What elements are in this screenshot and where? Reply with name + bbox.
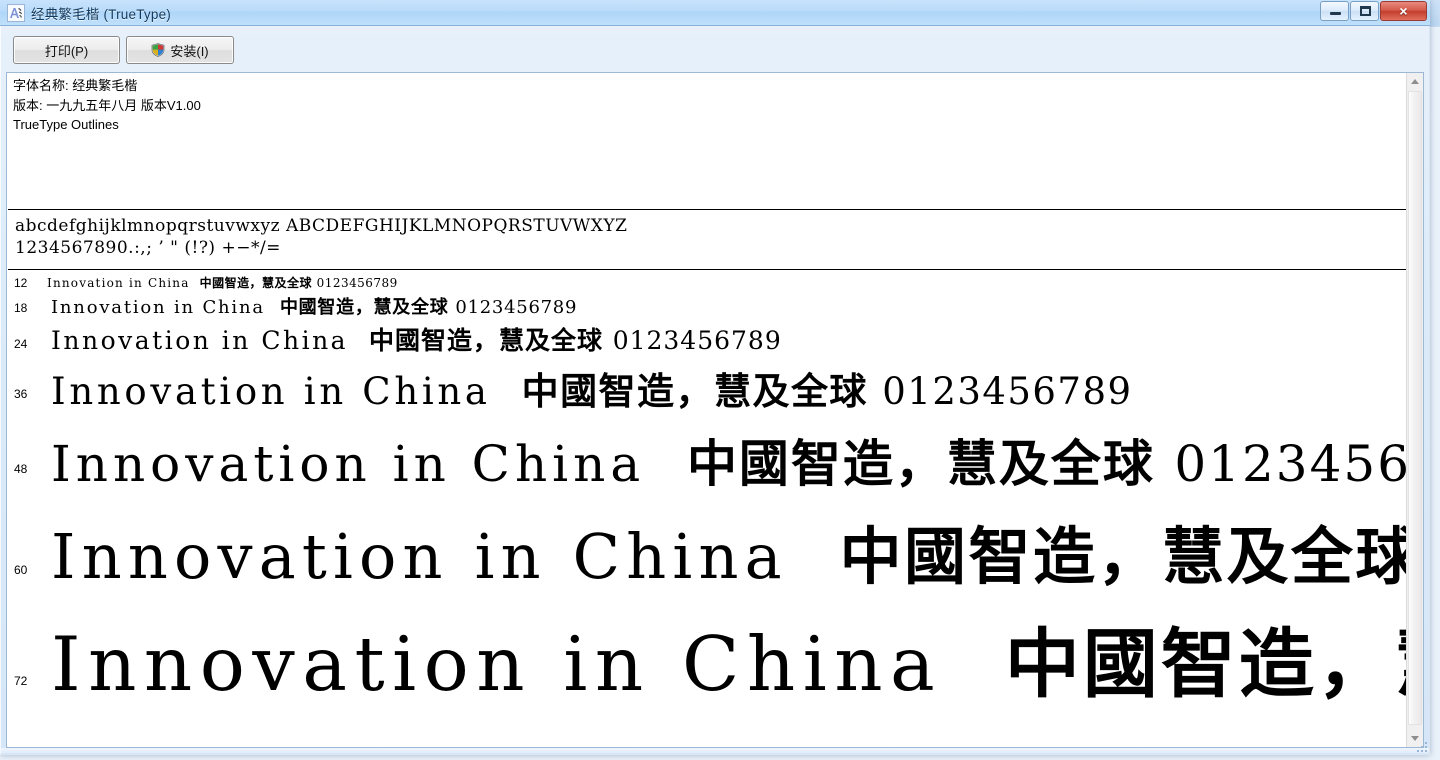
sample-text-row: Innovation in China 中國智造，慧及全球 0123456789 [51,297,577,318]
sample-latin: Innovation in China [51,435,687,493]
sample-cjk: 中國智造，慧及全球 [279,297,456,318]
font-outlines-line: TrueType Outlines [13,117,119,132]
font-info-block: 字体名称: 经典繁毛楷 版本: 一九九五年八月 版本V1.00 TrueType… [13,76,201,135]
restore-icon [1360,6,1371,16]
sample-cjk: 中國智造，慧及全球 [839,520,1407,593]
sample-digits: 0123456789 [882,370,1133,413]
sample-size-label: 60 [14,563,28,577]
sample-latin: Innovation in China [51,520,840,593]
sample-size-label: 12 [14,276,28,290]
uac-shield-icon [151,43,165,57]
install-button[interactable]: 安装(I) [126,36,234,64]
sample-latin: Innovation in China [51,620,1005,708]
alphabet-digits-symbols: 1234567890.:,; ’ " (!?) +−*/= [15,238,281,258]
dialog-toolbar: 打印(P) 安装(I) [0,27,1430,74]
sample-size-label: 18 [14,301,28,315]
close-icon: × [1399,3,1408,19]
sample-latin: Innovation in China [51,370,522,413]
scroll-up-arrow-icon[interactable] [1407,73,1423,90]
title-bar[interactable]: 经典繁毛楷 (TrueType) × [0,0,1430,26]
print-button-label: 打印(P) [44,43,89,59]
sample-size-label: 24 [14,337,28,351]
divider-samples [8,269,1406,270]
restore-button[interactable] [1350,1,1379,21]
scrollbar-thumb[interactable] [1408,91,1422,725]
sample-latin: Innovation in China [51,326,369,355]
sample-text-row: Innovation in China 中國智造，慧及全球 0123456789 [51,620,1407,709]
sample-text-row: Innovation in China 中國智造，慧及全球 0123456789 [51,369,1133,414]
sample-text-row: Innovation in China 中國智造，慧及全球 0123456789 [51,520,1407,593]
vertical-scrollbar[interactable] [1406,73,1423,747]
sample-text-row: Innovation in China 中國智造，慧及全球 0123456789 [51,326,782,356]
sample-size-label: 72 [14,674,28,688]
close-button[interactable]: × [1380,1,1427,21]
window-bottom-strip [1,748,1429,753]
sample-size-label: 48 [14,462,28,476]
sample-latin: Innovation in China [47,276,200,290]
font-a-icon [7,3,25,22]
preview-canvas: 字体名称: 经典繁毛楷 版本: 一九九五年八月 版本V1.00 TrueType… [7,73,1407,747]
sample-digits: 0123456789 [612,326,782,355]
install-button-label: 安装(I) [170,43,209,59]
sample-digits: 0123456789 [316,276,398,290]
sample-cjk: 中國智造，慧及全球 [521,369,883,413]
divider-top [8,209,1406,210]
font-name-line: 字体名称: 经典繁毛楷 [13,78,138,93]
sample-digits: 0123456789 [1174,435,1407,493]
print-button[interactable]: 打印(P) [13,36,120,64]
sample-cjk: 中國智造，慧及全球 [686,434,1175,493]
sample-text-row: Innovation in China 中國智造，慧及全球 0123456789 [51,434,1407,494]
sample-cjk: 中國智造，慧及全球 [199,276,317,290]
sample-cjk: 中國智造，慧及全球 [368,326,613,355]
font-version-line: 版本: 一九九五年八月 版本V1.00 [13,97,201,113]
resize-grip[interactable] [1414,739,1427,752]
sample-latin: Innovation in China [51,297,280,318]
sample-digits: 0123456789 [455,297,578,318]
font-preview-pane: 字体名称: 经典繁毛楷 版本: 一九九五年八月 版本V1.00 TrueType… [6,72,1424,748]
sample-cjk: 中國智造，慧及全球 [1004,620,1407,708]
minimize-icon [1330,12,1341,15]
minimize-button[interactable] [1320,1,1349,21]
alphabet-letters: abcdefghijklmnopqrstuvwxyz ABCDEFGHIJKLM… [15,216,628,236]
window-controls: × [1320,1,1427,21]
alphabet-block: abcdefghijklmnopqrstuvwxyz ABCDEFGHIJKLM… [15,215,627,259]
sample-size-label: 36 [14,387,28,401]
font-preview-window: 经典繁毛楷 (TrueType) × 打印(P) 安装(I) 字体名称: 经典繁… [0,0,1430,755]
window-title: 经典繁毛楷 (TrueType) [31,6,171,22]
sample-text-row: Innovation in China 中國智造，慧及全球 0123456789 [47,276,398,290]
